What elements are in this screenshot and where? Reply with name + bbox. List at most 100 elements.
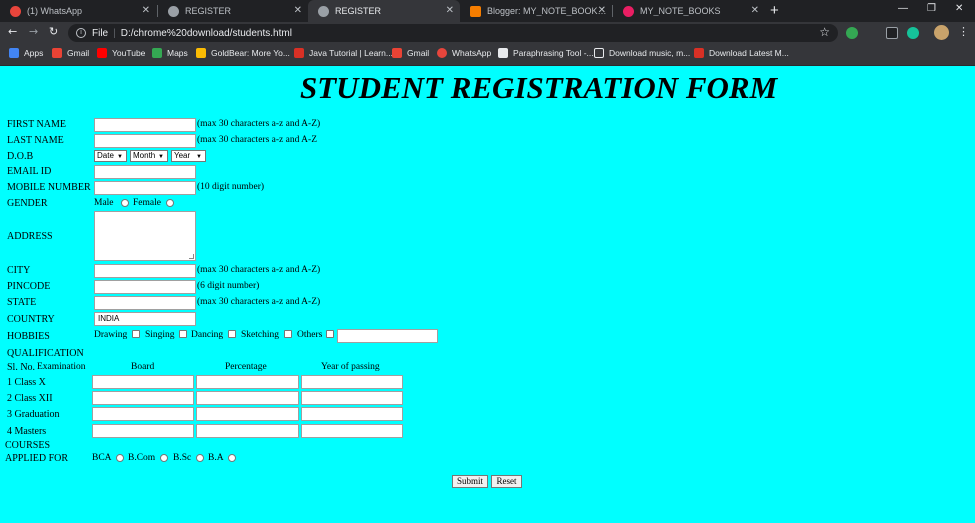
menu-dots-icon[interactable]: ⋮ [958, 25, 969, 38]
qualification-label: QUALIFICATION [7, 348, 84, 359]
close-tab-icon[interactable]: ✕ [446, 5, 454, 16]
hobby-sketching-label: Sketching [241, 330, 279, 340]
dob-year-select[interactable]: Year ▼ [171, 150, 206, 162]
class-x-year-input[interactable] [301, 375, 403, 389]
email-input[interactable] [94, 165, 196, 179]
hobby-sketching-checkbox[interactable] [284, 330, 292, 338]
bookmark-gmail[interactable]: Gmail [52, 48, 89, 58]
download-latest-icon [694, 48, 704, 58]
graduation-percentage-input[interactable] [196, 407, 299, 421]
hobby-others-input[interactable] [337, 329, 438, 343]
qualification-header-examination: Examination [37, 362, 86, 372]
course-bca-radio[interactable] [116, 454, 124, 462]
submit-button[interactable]: Submit [452, 475, 488, 488]
youtube-icon [97, 48, 107, 58]
qualification-row-label: 4 Masters [7, 426, 47, 437]
info-icon[interactable]: i [76, 28, 86, 38]
course-bsc-radio[interactable] [196, 454, 204, 462]
restore-icon[interactable]: ❐ [927, 3, 936, 14]
country-input[interactable]: INDIA [94, 312, 196, 326]
class-x-board-input[interactable] [92, 375, 194, 389]
bookmark-gmail-2[interactable]: Gmail [392, 48, 429, 58]
course-ba-radio[interactable] [228, 454, 236, 462]
address-textarea[interactable] [94, 211, 196, 261]
qualification-row-label: 3 Graduation [7, 409, 60, 420]
class-x-percentage-input[interactable] [196, 375, 299, 389]
extension-cube-icon[interactable] [886, 27, 898, 39]
hobby-singing-checkbox[interactable] [179, 330, 187, 338]
tab-register-1[interactable]: REGISTER ✕ [158, 0, 308, 22]
bookmark-whatsapp[interactable]: WhatsApp [437, 48, 491, 58]
email-label: EMAIL ID [7, 166, 52, 177]
java-tutorial-icon [294, 48, 304, 58]
bookmark-goldbear[interactable]: GoldBear: More Yo... [196, 48, 290, 58]
state-input[interactable] [94, 296, 196, 310]
hobby-others-checkbox[interactable] [326, 330, 334, 338]
reset-button[interactable]: Reset [491, 475, 522, 488]
bookmark-youtube[interactable]: YouTube [97, 48, 145, 58]
city-input[interactable] [94, 264, 196, 278]
masters-year-input[interactable] [301, 424, 403, 438]
globe-favicon-icon [318, 5, 329, 17]
new-tab-button[interactable]: + [770, 2, 779, 19]
last-name-hint: (max 30 characters a-z and A-Z [197, 135, 318, 145]
class-xii-percentage-input[interactable] [196, 391, 299, 405]
back-arrow-icon[interactable]: ← [8, 25, 17, 38]
globe-favicon-icon [168, 5, 179, 17]
hobby-dancing-checkbox[interactable] [228, 330, 236, 338]
close-tab-icon[interactable]: ✕ [142, 5, 150, 16]
first-name-input[interactable] [94, 118, 196, 132]
bookmark-maps[interactable]: Maps [152, 48, 188, 58]
graduation-year-input[interactable] [301, 407, 403, 421]
tab-blogger[interactable]: Blogger: MY_NOTE_BOOKS - Ear ✕ [460, 0, 612, 22]
bookmark-download-latest[interactable]: Download Latest M... [694, 48, 789, 58]
dob-month-select[interactable]: Month ▼ [130, 150, 168, 162]
course-bsc-label: B.Sc [173, 453, 192, 463]
close-window-icon[interactable]: ✕ [955, 3, 963, 14]
chevron-down-icon: ▼ [196, 154, 202, 160]
mobile-input[interactable] [94, 181, 196, 195]
course-ba-label: B.A [208, 453, 224, 463]
class-xii-board-input[interactable] [92, 391, 194, 405]
bookmark-paraphrasing-tool[interactable]: Paraphrasing Tool -... [498, 48, 594, 58]
tab-register-active[interactable]: REGISTER ✕ [308, 0, 460, 22]
masters-board-input[interactable] [92, 424, 194, 438]
bookmark-apps[interactable]: Apps [9, 48, 43, 58]
qualification-row-label: 2 Class XII [7, 393, 53, 404]
resize-grip-icon[interactable] [189, 254, 194, 259]
address-scheme: File [92, 27, 109, 39]
masters-percentage-input[interactable] [196, 424, 299, 438]
hobby-drawing-checkbox[interactable] [132, 330, 140, 338]
qualification-row-label: 1 Class X [7, 377, 46, 388]
bookmark-download-music[interactable]: Download music, m... [594, 48, 690, 58]
graduation-board-input[interactable] [92, 407, 194, 421]
profile-avatar[interactable] [934, 25, 949, 40]
gender-male-label: Male [94, 198, 114, 208]
course-bca-label: BCA [92, 453, 112, 463]
close-tab-icon[interactable]: ✕ [294, 5, 302, 16]
bookmark-star-icon[interactable]: ☆ [819, 25, 830, 39]
dob-date-select[interactable]: Date ▼ [94, 150, 127, 162]
pincode-input[interactable] [94, 280, 196, 294]
gender-male-radio[interactable] [121, 199, 129, 207]
first-name-label: FIRST NAME [7, 119, 66, 130]
close-tab-icon[interactable]: ✕ [751, 5, 759, 16]
address-bar[interactable]: i File | D:/chrome%20download/students.h… [68, 24, 838, 42]
gender-female-radio[interactable] [166, 199, 174, 207]
minimize-icon[interactable]: — [898, 3, 908, 14]
grammarly-icon[interactable] [907, 27, 919, 39]
last-name-input[interactable] [94, 134, 196, 148]
class-xii-year-input[interactable] [301, 391, 403, 405]
forward-arrow-icon[interactable]: → [29, 25, 38, 38]
bookmark-java-tutorial[interactable]: Java Tutorial | Learn... [294, 48, 393, 58]
page-icon [594, 48, 604, 58]
reload-icon[interactable]: ↻ [49, 25, 58, 38]
bookmarks-bar: Apps Gmail YouTube Maps GoldBear: More Y… [0, 44, 975, 66]
tab-whatsapp[interactable]: (1) WhatsApp ✕ [0, 0, 156, 22]
city-label: CITY [7, 265, 31, 276]
tab-my-note-books[interactable]: MY_NOTE_BOOKS ✕ [613, 0, 765, 22]
whatsapp-icon [437, 48, 447, 58]
extension-shield-icon[interactable] [846, 27, 858, 39]
close-tab-icon[interactable]: ✕ [598, 5, 606, 16]
course-bcom-radio[interactable] [160, 454, 168, 462]
